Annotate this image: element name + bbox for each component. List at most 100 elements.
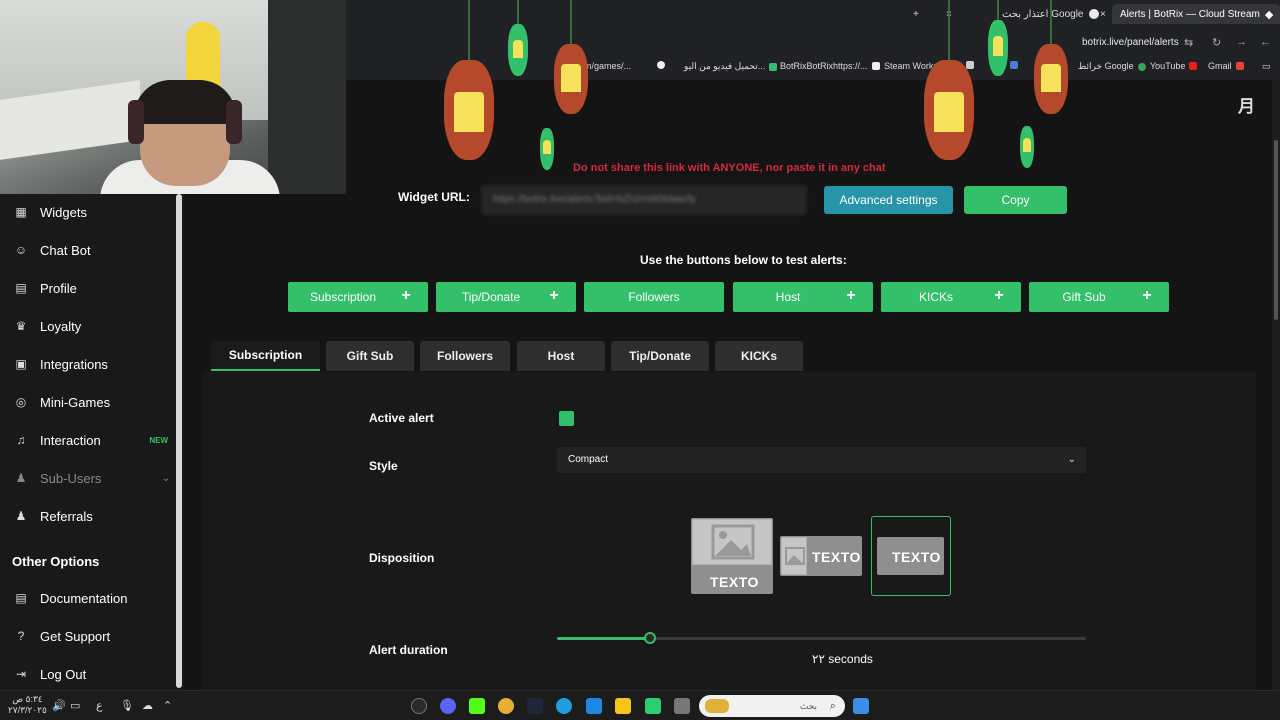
page-scrollbar-thumb[interactable]	[1274, 140, 1278, 320]
disposition-option-overlay[interactable]: TEXTO	[871, 516, 951, 596]
windows-start-icon[interactable]	[853, 698, 869, 714]
sidebar-item-referrals[interactable]: ♟ Referrals	[12, 505, 172, 527]
sidebar-item-sub-users[interactable]: ♟ Sub-Users ⌄	[12, 467, 172, 489]
sidebar-item-integrations[interactable]: ▣ Integrations	[12, 353, 172, 375]
chevron-up-icon[interactable]: ⌃	[163, 699, 172, 712]
gamepad-icon: ◎	[15, 395, 27, 409]
url-text[interactable]: botrix.live/panel/alerts	[1082, 37, 1179, 48]
taskbar-clock[interactable]: ٥:٣٤ ص ٢٧/٣/٢٠٢٥	[8, 694, 47, 716]
alert-duration-value: ٢٢ seconds	[812, 652, 873, 666]
taskbar-search[interactable]: بحث ⌕	[699, 695, 845, 717]
bookmark-item[interactable]	[1010, 61, 1018, 69]
tab-close-icon[interactable]: ×	[1100, 4, 1106, 24]
sidebar-item-profile[interactable]: ▤ Profile	[12, 277, 172, 299]
style-select-value: Compact	[568, 454, 609, 465]
site-settings-icon[interactable]: ⇆	[1184, 36, 1193, 49]
sidebar-item-label: Widgets	[40, 204, 87, 220]
sidebar-scrollbar[interactable]	[176, 194, 182, 688]
webcam-shelf	[268, 0, 346, 194]
bookmark-item[interactable]: BotRixBotRixhttps://...	[780, 61, 880, 71]
test-kicks-button[interactable]: KICKs +	[881, 282, 1021, 312]
sidebar-item-log-out[interactable]: ⇥ Log Out	[12, 663, 172, 685]
test-subscription-button[interactable]: Subscription +	[288, 282, 428, 312]
chevron-down-icon[interactable]: ⌄	[162, 473, 170, 484]
new-badge: NEW	[149, 435, 168, 445]
taskbar: ٥:٣٤ ص ٢٧/٣/٢٠٢٥ 🔊 ▭ ع 🎙 ☁ ⌃ بحث ⌕	[0, 690, 1280, 720]
forward-icon[interactable]: →	[1236, 36, 1247, 48]
plus-icon: +	[1142, 287, 1152, 304]
sidebar-item-label: Log Out	[40, 666, 87, 682]
id-card-icon: ▤	[15, 281, 27, 295]
volume-icon[interactable]: 🔊	[52, 699, 66, 712]
sidebar-item-loyalty[interactable]: ♛ Loyalty	[12, 315, 172, 337]
active-alert-checkbox[interactable]	[559, 411, 574, 426]
tab-tip-donate[interactable]: Tip/Donate	[611, 341, 709, 371]
language-indicator[interactable]: ع	[96, 699, 103, 712]
gmail-icon	[1235, 62, 1244, 70]
bookmark-item[interactable]: Gmail	[1208, 61, 1244, 71]
obs-icon[interactable]	[411, 698, 427, 714]
lantern-decoration	[1020, 126, 1034, 168]
tab-followers[interactable]: Followers	[420, 341, 510, 371]
widget-url-field[interactable]: https://botrix.live/alerts?bid=bZh2mW0Id…	[481, 185, 807, 215]
network-icon[interactable]: ▭	[70, 699, 80, 712]
search-highlight-icon	[705, 699, 729, 713]
plus-icon: +	[401, 287, 411, 304]
screen: + × اعتذار بحث Google × Alerts | BotRix …	[0, 0, 1280, 720]
tab-host[interactable]: Host	[517, 341, 605, 371]
chrome-icon[interactable]	[498, 698, 514, 714]
kick-icon[interactable]	[469, 698, 485, 714]
tab-gift-sub[interactable]: Gift Sub	[326, 341, 414, 371]
trophy-icon: ♛	[15, 319, 27, 333]
sidebar-item-label: Get Support	[40, 628, 111, 644]
robot-icon: ☺	[14, 243, 28, 257]
widget-url-label: Widget URL:	[398, 190, 470, 204]
sidebar-item-get-support[interactable]: ? Get Support	[12, 625, 172, 647]
copy-button[interactable]: Copy	[964, 186, 1067, 214]
sidebar-item-chat-bot[interactable]: ☺ Chat Bot	[12, 239, 172, 261]
test-tip-donate-button[interactable]: Tip/Donate +	[436, 282, 576, 312]
browser-tab-botrix[interactable]: Alerts | BotRix — Cloud Stream ◆	[1112, 4, 1280, 24]
microphone-icon[interactable]: 🎙	[120, 699, 134, 712]
sidebar-item-interaction[interactable]: ♫ Interaction NEW	[12, 429, 172, 451]
lantern-decoration	[924, 0, 974, 166]
edge-icon[interactable]	[556, 698, 572, 714]
slider-handle[interactable]	[643, 632, 656, 644]
bookmark-item[interactable]: تحميل فيديو من اليو...	[684, 61, 778, 72]
task-view-icon[interactable]	[674, 698, 690, 714]
test-host-button[interactable]: Host +	[733, 282, 873, 312]
store-icon[interactable]	[645, 698, 661, 714]
alert-duration-slider[interactable]	[557, 637, 1086, 640]
sidebar-item-label: Chat Bot	[40, 242, 91, 258]
alert-duration-label: Alert duration	[369, 643, 448, 657]
style-select[interactable]: Compact ⌄	[557, 447, 1086, 473]
bookmarks-folder-icon[interactable]: ▭	[1262, 61, 1271, 72]
bookmark-item[interactable]	[657, 61, 665, 69]
tab-kicks[interactable]: KICKs	[715, 341, 803, 371]
weather-icon[interactable]: ☁	[142, 699, 153, 712]
lantern-decoration	[444, 0, 494, 166]
discord-icon[interactable]	[440, 698, 456, 714]
download-icon	[769, 62, 778, 71]
back-icon[interactable]: ←	[1260, 36, 1271, 48]
lantern-decoration	[554, 0, 588, 116]
test-followers-button[interactable]: Followers	[584, 282, 724, 312]
advanced-settings-button[interactable]: Advanced settings	[824, 186, 953, 214]
sidebar-item-label: Profile	[40, 280, 77, 296]
sidebar-item-label: Sub-Users	[40, 470, 102, 486]
sidebar-item-widgets[interactable]: ▦ Widgets	[12, 201, 172, 223]
music-note-icon: ♫	[16, 433, 26, 447]
bookmark-item[interactable]: YouTube	[1150, 61, 1198, 71]
sidebar-item-mini-games[interactable]: ◎ Mini-Games	[12, 391, 172, 413]
facebook-icon[interactable]	[586, 698, 602, 714]
test-gift-sub-button[interactable]: Gift Sub +	[1029, 282, 1169, 312]
maps-icon	[1137, 62, 1146, 71]
browser-tab-new-plus[interactable]: +	[913, 4, 919, 24]
tab-subscription[interactable]: Subscription	[211, 341, 320, 371]
sidebar-item-documentation[interactable]: ▤ Documentation	[12, 587, 172, 609]
reload-icon[interactable]: ↻	[1212, 36, 1221, 49]
botrix-logo-icon[interactable]: 月	[1238, 92, 1255, 117]
file-explorer-icon[interactable]	[615, 698, 631, 714]
steam-icon[interactable]	[527, 698, 543, 714]
bookmark-item[interactable]: خرائط Google	[1078, 61, 1146, 72]
